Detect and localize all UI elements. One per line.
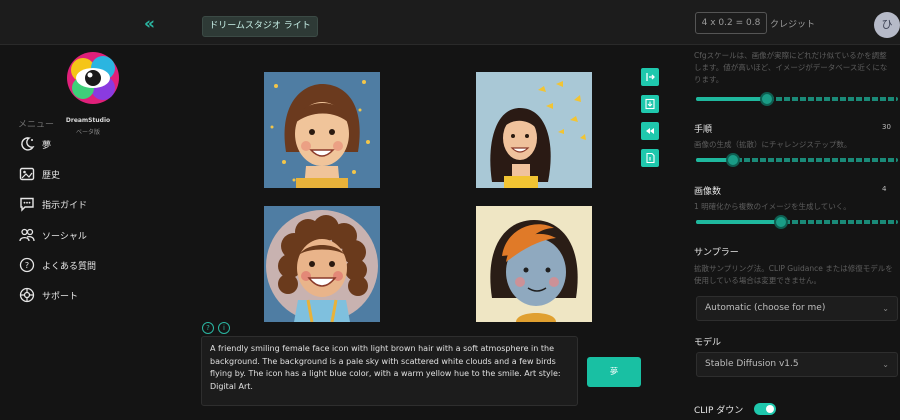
document-button[interactable] — [641, 149, 659, 167]
sidebar-item-faq[interactable]: ? よくある質問 — [18, 255, 96, 275]
prompt-input[interactable]: A friendly smiling female face icon with… — [201, 336, 578, 406]
expand-icon — [646, 73, 655, 81]
model-heading: モデル — [694, 338, 722, 348]
history-icon — [18, 165, 36, 183]
images-heading: 画像数 — [694, 187, 722, 197]
download-button[interactable] — [641, 95, 659, 113]
generated-image-1[interactable] — [264, 72, 380, 188]
rewind-icon — [646, 128, 654, 134]
chevron-down-icon: ⌄ — [882, 360, 889, 369]
social-icon — [18, 226, 36, 244]
cfg-slider-knob[interactable] — [759, 92, 774, 106]
document-icon — [646, 152, 655, 164]
settings-panel: Cfgスケールは、画像が実際にどれだけ似ているかを調整します。値が高いほど、イメ… — [680, 45, 900, 420]
main-area: ? i A friendly smiling female face icon … — [176, 45, 680, 420]
sampler-select-value: Automatic (choose for me) — [705, 303, 826, 313]
top-bar: « ドリームスタジオ ライト 4 x 0.2 = 0.8 クレジット ひ — [0, 0, 900, 45]
steps-description: 画像の生成（拡散）にチャレンジステップ数。 — [694, 140, 852, 149]
sidebar: DreamStudio ベータ版 メニュー 夢 歴史 指示ガイド ソーシャル ?… — [0, 45, 176, 420]
sidebar-item-social[interactable]: ソーシャル — [18, 225, 87, 245]
sidebar-item-label: 歴史 — [42, 170, 61, 181]
steps-slider-knob[interactable] — [726, 153, 740, 167]
credit-label: クレジット — [770, 20, 816, 30]
collapse-sidebar-icon[interactable]: « — [144, 14, 155, 34]
cfg-slider[interactable] — [696, 92, 898, 106]
sidebar-item-prompt-guide[interactable]: 指示ガイド — [18, 194, 87, 214]
expand-button[interactable] — [641, 68, 659, 86]
info-icon[interactable]: i — [218, 322, 230, 334]
clip-label: CLIP ダウン — [694, 406, 744, 416]
chevron-down-icon: ⌄ — [882, 304, 889, 313]
question-icon[interactable]: ? — [202, 322, 214, 334]
faq-icon: ? — [18, 256, 36, 274]
download-icon — [645, 98, 655, 110]
support-icon — [18, 286, 36, 304]
steps-slider[interactable] — [696, 153, 898, 167]
images-slider[interactable] — [696, 215, 898, 229]
sidebar-item-label: サポート — [42, 291, 79, 302]
images-slider-knob[interactable] — [774, 215, 788, 229]
model-select-value: Stable Diffusion v1.5 — [705, 359, 799, 369]
cfg-slider-fill — [696, 97, 767, 101]
studio-mode-button[interactable]: ドリームスタジオ ライト — [202, 16, 318, 37]
prompt-guide-icon — [18, 195, 36, 213]
steps-heading: 手順 — [694, 125, 713, 135]
sampler-description: 拡散サンプリング法。CLIP Guidance または修復モデルを使用している場… — [694, 264, 893, 285]
cfg-description: Cfgスケールは、画像が実際にどれだけ似ているかを調整します。値が高いほど、イメ… — [694, 51, 888, 84]
dreamstudio-logo — [65, 50, 121, 106]
dream-icon — [18, 135, 36, 153]
sampler-heading: サンプラー — [694, 248, 739, 258]
generated-image-3[interactable] — [264, 206, 380, 323]
generated-image-2[interactable] — [476, 72, 592, 188]
dream-button[interactable]: 夢 — [587, 357, 641, 387]
generated-image-4[interactable] — [476, 206, 592, 322]
sidebar-item-label: よくある質問 — [42, 261, 97, 272]
sampler-select[interactable]: Automatic (choose for me) ⌄ — [696, 296, 898, 321]
sidebar-item-label: ソーシャル — [42, 231, 87, 242]
credit-cost-field: 4 x 0.2 = 0.8 — [695, 12, 767, 34]
sidebar-item-label: 指示ガイド — [42, 200, 88, 211]
sidebar-item-dream[interactable]: 夢 — [18, 134, 51, 154]
images-slider-fill — [696, 220, 782, 224]
images-description: 1 明確化から複数のイメージを生成していく。 — [694, 202, 851, 211]
rewind-button[interactable] — [641, 122, 659, 140]
sidebar-item-history[interactable]: 歴史 — [18, 164, 60, 184]
sidebar-item-label: 夢 — [42, 140, 52, 151]
menu-label: メニュー — [18, 120, 55, 130]
images-value: 4 — [882, 185, 887, 193]
steps-value: 30 — [882, 123, 891, 131]
clip-toggle[interactable] — [754, 403, 776, 415]
model-select[interactable]: Stable Diffusion v1.5 ⌄ — [696, 352, 898, 377]
prompt-help-icons: ? i — [202, 322, 230, 334]
svg-text:?: ? — [25, 261, 29, 270]
sidebar-item-support[interactable]: サポート — [18, 285, 78, 305]
user-avatar[interactable]: ひ — [874, 12, 900, 38]
